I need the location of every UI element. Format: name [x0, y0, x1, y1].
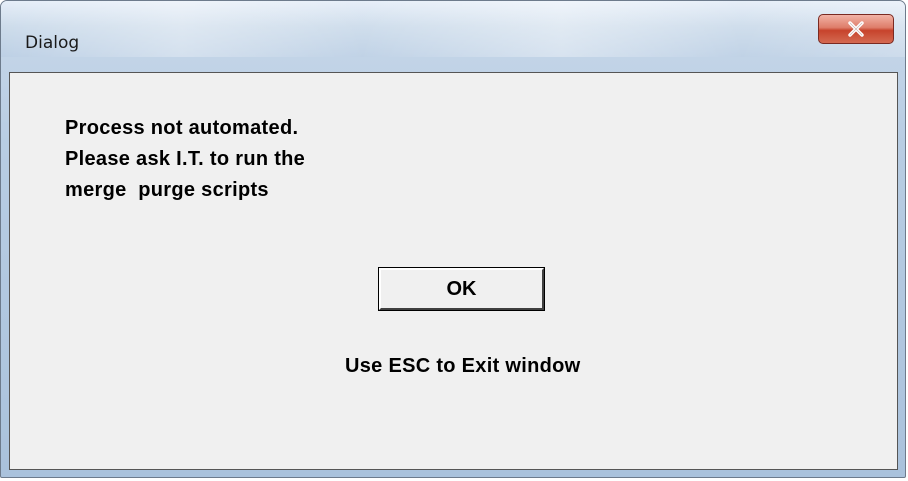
- window-title: Dialog: [25, 33, 80, 53]
- dialog-window: Dialog Process not automated. Please ask…: [0, 0, 906, 478]
- esc-hint-text: Use ESC to Exit window: [345, 355, 581, 377]
- message-line: Please ask I.T. to run the: [65, 148, 306, 170]
- close-icon: [848, 21, 864, 37]
- ok-button[interactable]: OK: [378, 267, 545, 311]
- message-line: merge purge scripts: [65, 179, 269, 201]
- message-text: Process not automated. Please ask I.T. t…: [65, 113, 305, 206]
- close-button[interactable]: [818, 14, 894, 44]
- ok-button-label: OK: [446, 277, 477, 300]
- message-line: Process not automated.: [65, 117, 299, 139]
- title-bar[interactable]: Dialog: [1, 1, 905, 57]
- dialog-body: Process not automated. Please ask I.T. t…: [9, 72, 898, 470]
